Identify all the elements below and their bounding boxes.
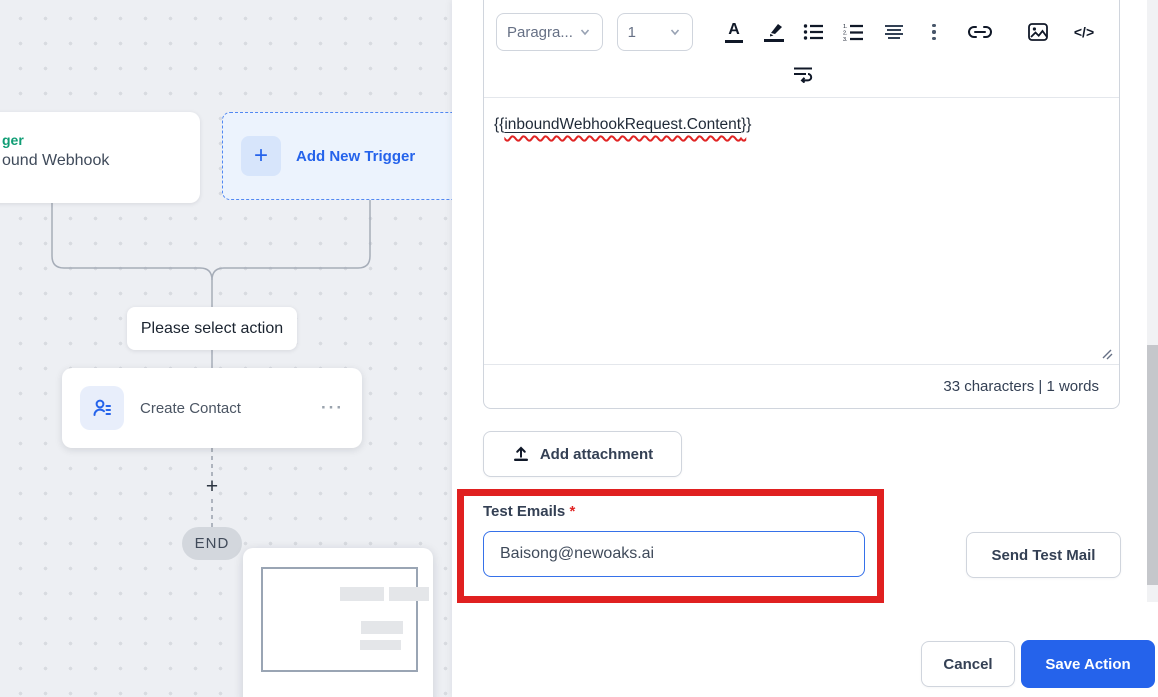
font-size-value: 1: [627, 23, 636, 41]
bullet-list-icon: [803, 24, 823, 40]
send-test-mail-button[interactable]: Send Test Mail: [966, 532, 1121, 578]
align-icon: [885, 25, 903, 39]
add-new-trigger-label: Add New Trigger: [296, 147, 416, 165]
more-options-button[interactable]: [917, 15, 951, 49]
editor-footer: 33 characters | 1 words: [484, 364, 1119, 408]
editor-toolbar: Paragra... 1 A 1. 2. 3. </>: [484, 0, 1119, 98]
save-action-button[interactable]: Save Action: [1021, 640, 1155, 688]
character-count: 33 characters | 1 words: [943, 378, 1099, 395]
email-body-textarea[interactable]: {{inboundWebhookRequest.Content}}: [484, 98, 1119, 364]
chevron-down-icon: [670, 29, 680, 36]
minimap-placeholder-bar: [360, 640, 401, 650]
contact-icon: [80, 386, 124, 430]
wrap-text-button[interactable]: [498, 61, 1107, 87]
cancel-label: Cancel: [943, 655, 993, 673]
minimap-preview-card: [243, 548, 433, 697]
action-node-label: Create Contact: [140, 399, 241, 417]
trigger-name-label: ound Webhook: [2, 152, 110, 169]
required-asterisk: *: [569, 503, 576, 520]
highlight-color-button[interactable]: [757, 15, 791, 49]
resize-handle[interactable]: [1101, 348, 1113, 360]
svg-text:1.: 1.: [843, 24, 848, 30]
add-step-plus-icon[interactable]: +: [202, 476, 222, 497]
image-icon: [1028, 23, 1048, 41]
chevron-down-icon: [580, 29, 589, 36]
numbered-list-button[interactable]: 1. 2. 3.: [837, 15, 871, 49]
test-emails-input[interactable]: [483, 531, 865, 577]
send-test-mail-label: Send Test Mail: [991, 546, 1096, 564]
code-view-button[interactable]: </>: [1067, 15, 1101, 49]
link-icon: [968, 26, 992, 38]
font-size-select[interactable]: 1: [616, 13, 693, 51]
minimap-placeholder-bar: [389, 587, 429, 601]
svg-text:3.: 3.: [843, 37, 848, 41]
wrap-text-icon: [793, 67, 812, 83]
align-button[interactable]: [877, 15, 911, 49]
test-emails-label: Test Emails *: [483, 503, 576, 520]
paragraph-style-value: Paragra...: [507, 23, 573, 41]
please-select-action-label: Please select action: [127, 307, 297, 350]
code-icon: </>: [1073, 24, 1095, 40]
add-attachment-label: Add attachment: [539, 445, 654, 463]
text-color-icon: A: [725, 21, 743, 43]
email-body-text: {{inboundWebhookRequest.Content}}: [494, 116, 752, 133]
highlighter-icon: [764, 22, 784, 42]
upload-icon: [513, 446, 528, 462]
trigger-node-inbound-webhook[interactable]: ger ound Webhook: [0, 112, 200, 203]
add-attachment-button[interactable]: Add attachment: [483, 431, 682, 477]
node-menu-icon[interactable]: ···: [321, 398, 344, 418]
minimap-placeholder-bar: [361, 621, 403, 634]
insert-link-button[interactable]: [963, 15, 997, 49]
rich-text-editor[interactable]: Paragra... 1 A 1. 2. 3. </> {{inboundWeb…: [483, 0, 1120, 409]
minimap-viewport-rect: [261, 567, 418, 672]
text-color-button[interactable]: A: [717, 15, 751, 49]
end-badge: END: [182, 527, 242, 560]
bullet-list-button[interactable]: [797, 15, 831, 49]
insert-image-button[interactable]: [1021, 15, 1055, 49]
numbered-list-icon: 1. 2. 3.: [843, 24, 863, 41]
panel-scrollbar-thumb[interactable]: [1147, 345, 1158, 585]
svg-text:2.: 2.: [843, 31, 848, 37]
cancel-button[interactable]: Cancel: [921, 641, 1015, 687]
plus-icon: +: [241, 136, 281, 176]
paragraph-style-select[interactable]: Paragra...: [496, 13, 603, 51]
action-node-create-contact[interactable]: Create Contact ···: [62, 368, 362, 448]
panel-scrollbar-track[interactable]: [1147, 0, 1158, 602]
save-action-label: Save Action: [1045, 655, 1131, 673]
kebab-menu-icon: [932, 23, 936, 41]
minimap-placeholder-bar: [340, 587, 384, 601]
action-settings-panel: Paragra... 1 A 1. 2. 3. </> {{inboundWeb…: [452, 0, 1158, 697]
trigger-type-label: ger: [2, 132, 24, 148]
